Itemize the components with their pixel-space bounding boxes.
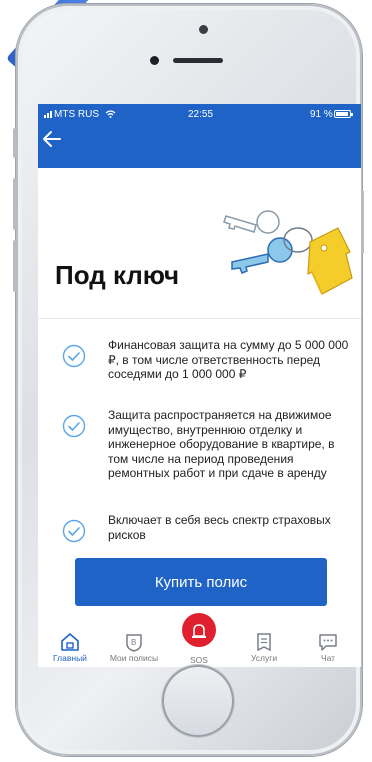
tab-label: SOS xyxy=(190,655,208,665)
proximity-sensor xyxy=(150,56,159,65)
feature-text: Финансовая защита на сумму до 5 000 000 … xyxy=(108,338,349,381)
front-camera xyxy=(199,25,208,34)
battery-icon xyxy=(334,110,353,118)
mute-switch xyxy=(13,128,18,158)
carrier-text: MTS RUS xyxy=(54,109,99,120)
arrow-left-icon xyxy=(43,131,61,147)
tab-services[interactable]: Услуги xyxy=(232,630,296,667)
check-circle-icon xyxy=(62,519,86,543)
volume-up-button xyxy=(13,178,18,230)
clock: 22:55 xyxy=(188,109,214,120)
services-list-icon xyxy=(257,633,271,652)
battery-percent: 91 % xyxy=(310,109,333,120)
chat-bubble-icon xyxy=(319,634,337,651)
tab-my-policies[interactable]: B Мои полисы xyxy=(102,630,166,667)
tab-sos[interactable]: SOS xyxy=(167,613,231,667)
tab-label: Главный xyxy=(53,653,87,663)
tab-label: Чат xyxy=(320,653,336,663)
phone-screen: MTS RUS 22:55 91 % Под ключ Финансовая з… xyxy=(38,104,361,667)
carrier-label: MTS RUS xyxy=(44,109,116,120)
product-title: Под ключ xyxy=(55,260,180,290)
check-circle-icon xyxy=(62,344,86,368)
svg-text:B: B xyxy=(131,638,136,647)
tab-label: Мои полисы xyxy=(109,653,159,663)
sos-button[interactable] xyxy=(182,613,216,647)
policy-shield-icon: B xyxy=(126,634,142,652)
home-icon xyxy=(61,633,79,651)
product-card: Под ключ Финансовая защита на сумму до 5… xyxy=(38,168,361,667)
tab-chat[interactable]: Чат xyxy=(296,630,360,667)
wifi-icon xyxy=(105,110,116,118)
tab-label: Услуги xyxy=(250,653,278,663)
buy-policy-button[interactable]: Купить полис xyxy=(75,558,327,606)
feature-text: Защита распространяется на движимое имущ… xyxy=(108,408,335,480)
earpiece-speaker xyxy=(173,58,223,63)
tab-home[interactable]: Главный xyxy=(38,630,102,667)
check-circle-icon xyxy=(62,414,86,438)
status-bar: MTS RUS 22:55 91 % xyxy=(38,104,361,126)
bottom-tab-bar: Главный B Мои полисы SOS Услуги Чат xyxy=(38,613,361,667)
alarm-siren-icon xyxy=(192,624,206,638)
signal-icon xyxy=(44,111,52,118)
home-button[interactable] xyxy=(162,665,234,737)
back-button[interactable] xyxy=(42,130,68,152)
feature-text: Включает в себя весь спектр страховых ри… xyxy=(108,513,331,542)
divider xyxy=(38,318,361,319)
volume-down-button xyxy=(13,240,18,292)
keys-house-illustration xyxy=(223,210,353,295)
